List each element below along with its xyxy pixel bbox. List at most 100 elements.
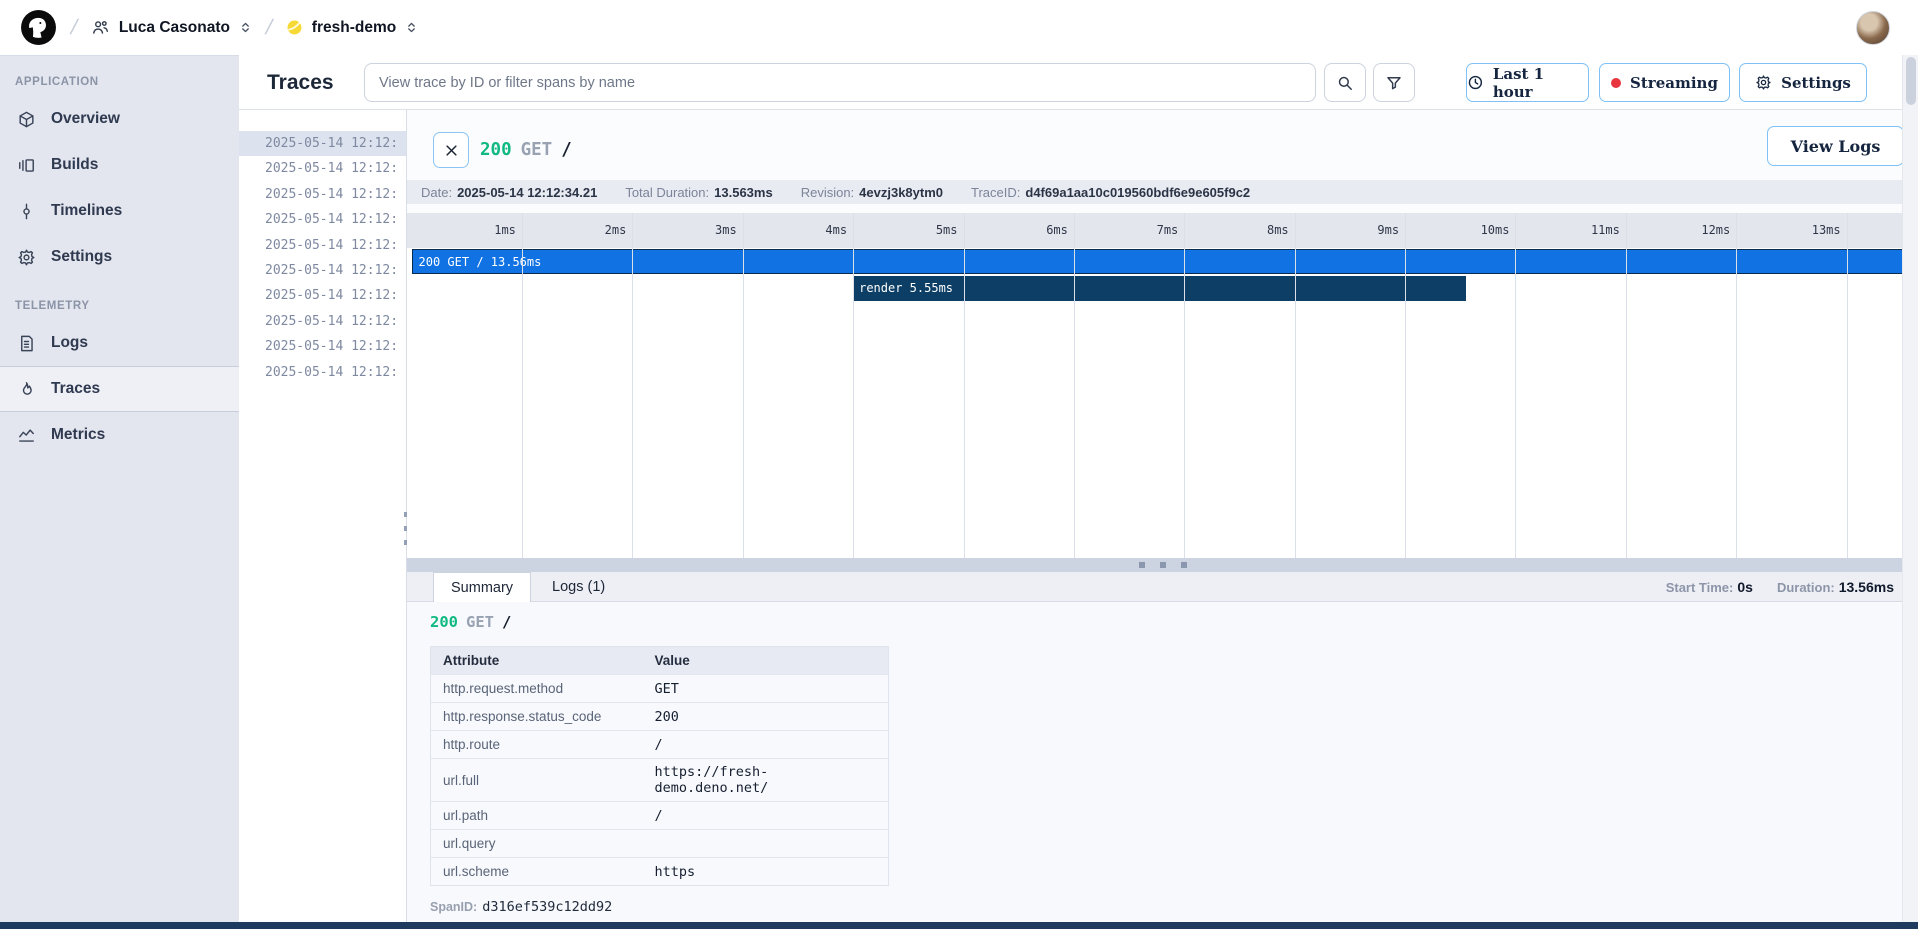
request-path: /: [561, 140, 572, 160]
search-button[interactable]: [1324, 63, 1366, 102]
trace-settings-button[interactable]: Settings: [1739, 63, 1867, 102]
timescale-tick-label: 11ms: [1591, 213, 1626, 248]
filter-button[interactable]: [1373, 63, 1415, 102]
logs-icon: [17, 334, 36, 353]
time-range-label: Last 1 hour: [1493, 65, 1588, 101]
timescale-gridline: [1184, 213, 1185, 558]
attribute-row: url.path/: [431, 802, 889, 830]
span-timing-info: Start Time:0s Duration:13.56ms: [1666, 572, 1894, 602]
metrics-icon: [17, 426, 36, 445]
span-title: 200 GET /: [430, 613, 1918, 631]
trace-list-row[interactable]: 2025-05-14 12:12:: [239, 334, 406, 359]
organization-icon: [91, 18, 110, 37]
deno-logo-icon[interactable]: [20, 9, 57, 46]
bottom-edge-bar: [0, 922, 1918, 929]
close-icon: [444, 143, 459, 158]
span-id-label: SpanID:: [430, 900, 477, 914]
timescale-gridline: [1295, 213, 1296, 558]
timescale-tick-label: 2ms: [605, 213, 633, 248]
trace-list-row[interactable]: 2025-05-14 12:12:: [239, 131, 406, 156]
span-bar[interactable]: 200 GET / 13.56ms: [412, 249, 1909, 274]
sidebar-item-metrics[interactable]: Metrics: [0, 412, 239, 458]
sidebar-item-label: Metrics: [51, 426, 105, 444]
page-header: Traces Last 1 hour Streaming: [239, 55, 1918, 110]
trace-list-row[interactable]: 2025-05-14 12:12:: [239, 182, 406, 207]
attribute-name: http.request.method: [431, 675, 643, 703]
breadcrumb-org[interactable]: Luca Casonato: [91, 18, 252, 37]
vertical-scrollbar[interactable]: [1902, 55, 1918, 922]
sidebar-section-label: TELEMETRY: [15, 300, 239, 312]
detail-tabs: SummaryLogs (1): [433, 572, 622, 602]
chevron-updown-icon: [405, 20, 418, 35]
timescale-gridline: [1847, 213, 1848, 558]
panel-resize-handle[interactable]: [407, 558, 1918, 572]
timescale-gridline: [1405, 213, 1406, 558]
timescale-tick-label: 9ms: [1377, 213, 1405, 248]
sidebar-item-builds[interactable]: Builds: [0, 142, 239, 188]
attribute-value: GET: [643, 675, 889, 703]
scrollbar-thumb[interactable]: [1906, 57, 1916, 105]
streaming-button[interactable]: Streaming: [1599, 63, 1730, 102]
timescale-tick-label: 1ms: [494, 213, 522, 248]
sidebar-item-label: Logs: [51, 334, 88, 352]
org-name: Luca Casonato: [119, 19, 230, 37]
attributes-header: Attribute: [431, 647, 643, 675]
trace-list-row[interactable]: 2025-05-14 12:12:: [239, 156, 406, 181]
settings-label: Settings: [1781, 74, 1851, 92]
attribute-name: url.query: [431, 830, 643, 858]
tab-summary[interactable]: Summary: [433, 572, 531, 602]
sidebar-item-settings[interactable]: Settings: [0, 234, 239, 280]
attributes-table: Attribute Value http.request.methodGETht…: [430, 646, 889, 886]
project-name: fresh-demo: [312, 19, 396, 37]
chevron-updown-icon: [239, 20, 252, 35]
sidebar-item-overview[interactable]: Overview: [0, 96, 239, 142]
attributes-table-body: http.request.methodGEThttp.response.stat…: [431, 675, 889, 886]
timescale-tick-label: 3ms: [715, 213, 743, 248]
trace-meta-item: Date:2025-05-14 12:12:34.21: [421, 185, 597, 200]
value-header: Value: [643, 647, 889, 675]
http-method: GET: [466, 613, 494, 631]
close-trace-button[interactable]: [433, 132, 469, 168]
status-code: 200: [430, 613, 458, 631]
attribute-row: url.schemehttps: [431, 858, 889, 886]
view-logs-button[interactable]: View Logs: [1767, 126, 1904, 166]
breadcrumb-project[interactable]: fresh-demo: [286, 19, 418, 37]
trace-meta-item: Revision:4evzj3k8ytm0: [801, 185, 943, 200]
timescale-tick-label: 6ms: [1046, 213, 1074, 248]
timescale-tick-label: 10ms: [1481, 213, 1516, 248]
sidebar-item-traces[interactable]: Traces: [0, 366, 239, 412]
attribute-value: [643, 830, 889, 858]
trace-list-row[interactable]: 2025-05-14 12:12:: [239, 360, 406, 385]
streaming-label: Streaming: [1630, 74, 1718, 92]
time-range-button[interactable]: Last 1 hour: [1466, 63, 1589, 102]
status-code: 200: [480, 140, 512, 160]
trace-search-input[interactable]: [364, 63, 1316, 102]
attribute-row: http.route/: [431, 731, 889, 759]
sidebar-item-timelines[interactable]: Timelines: [0, 188, 239, 234]
request-path: /: [502, 613, 511, 631]
duration-label: Duration:: [1777, 580, 1835, 595]
timescale-gridline: [1074, 213, 1075, 558]
tab-logs-1[interactable]: Logs (1): [535, 572, 622, 602]
funnel-icon: [1385, 74, 1403, 92]
attribute-value: 200: [643, 703, 889, 731]
user-avatar[interactable]: [1856, 11, 1890, 45]
attribute-name: http.route: [431, 731, 643, 759]
trace-list-row[interactable]: 2025-05-14 12:12:: [239, 207, 406, 232]
sidebar-section-label: APPLICATION: [15, 76, 239, 88]
summary-content: 200 GET / Attribute Value http.request.m…: [407, 602, 1918, 922]
builds-icon: [17, 156, 36, 175]
timescale-gridline: [1736, 213, 1737, 558]
sidebar-item-logs[interactable]: Logs: [0, 320, 239, 366]
attribute-name: http.response.status_code: [431, 703, 643, 731]
trace-meta-item: TraceID:d4f69a1aa10c019560bdf6e9e605f9c2: [971, 185, 1250, 200]
sidebar-item-label: Traces: [51, 380, 100, 398]
trace-list-row[interactable]: 2025-05-14 12:12:: [239, 309, 406, 334]
trace-meta-bar: Date:2025-05-14 12:12:34.21Total Duratio…: [407, 180, 1918, 204]
span-bar[interactable]: render 5.55ms: [853, 276, 1466, 301]
trace-list-row[interactable]: 2025-05-14 12:12:: [239, 233, 406, 258]
trace-list-row[interactable]: 2025-05-14 12:12:: [239, 258, 406, 283]
trace-title: 200 GET /: [480, 132, 572, 168]
clock-icon: [1467, 74, 1484, 91]
trace-list-row[interactable]: 2025-05-14 12:12:: [239, 283, 406, 308]
